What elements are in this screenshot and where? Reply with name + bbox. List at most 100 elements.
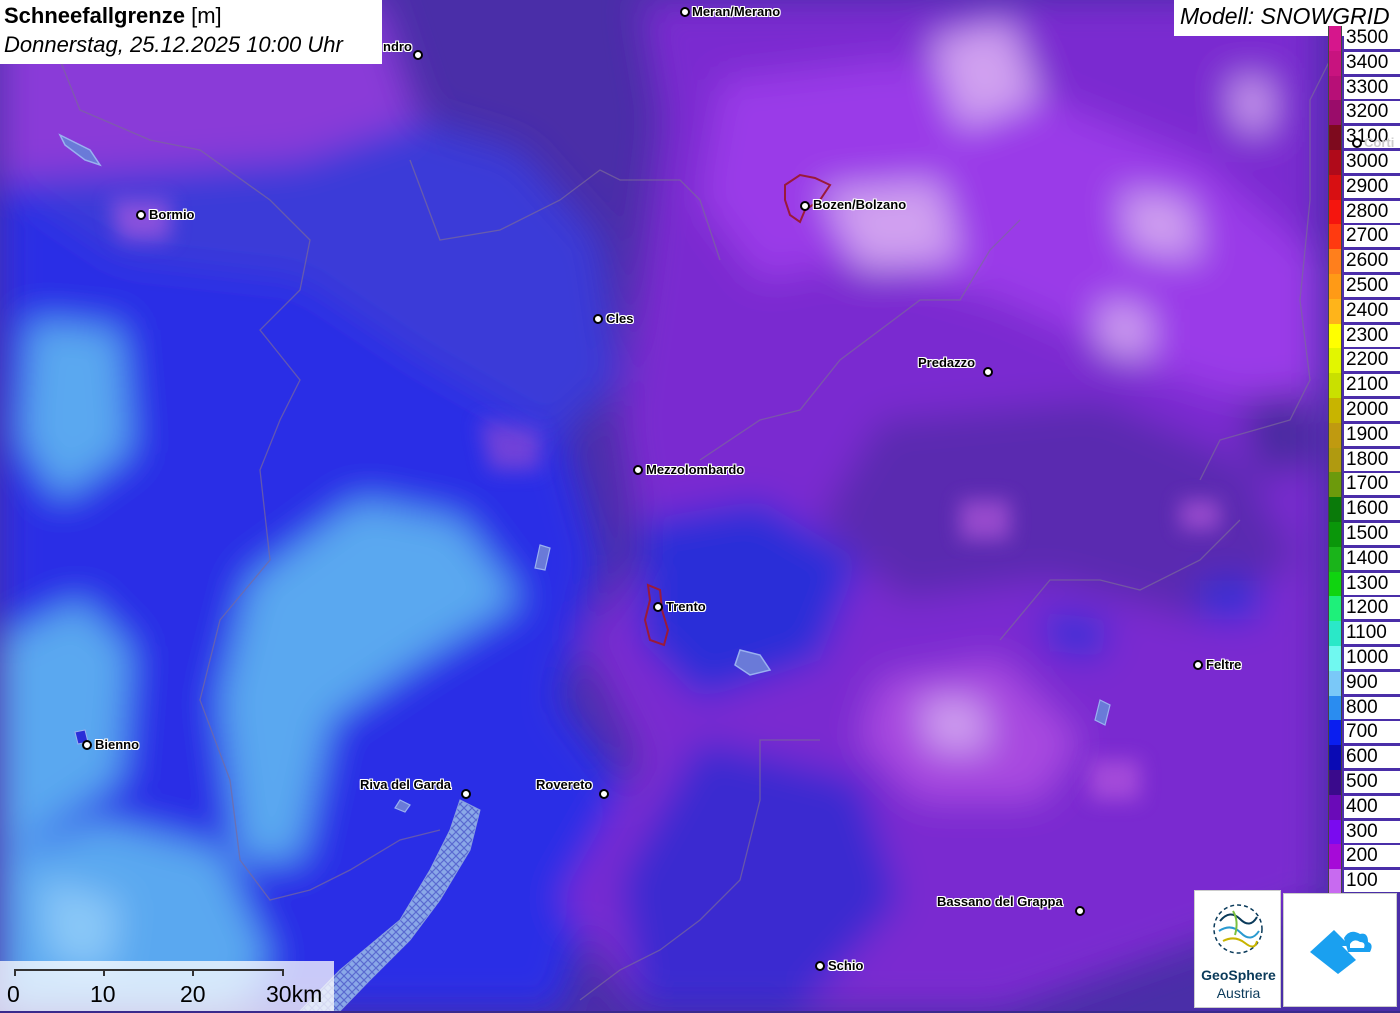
city-label-sondrio[interactable]: ndro xyxy=(383,39,412,54)
legend-swatch xyxy=(1328,373,1342,398)
city-label-bienno[interactable]: Bienno xyxy=(95,737,139,752)
legend-swatch xyxy=(1328,720,1342,746)
legend-label: 3200 xyxy=(1344,101,1400,124)
scale-tick xyxy=(192,969,194,976)
city-label-riva[interactable]: Riva del Garda xyxy=(360,777,451,792)
legend-label: 1100 xyxy=(1344,622,1400,645)
legend-row: 2000 xyxy=(1328,398,1400,423)
legend-row: 400 xyxy=(1328,794,1400,820)
legend-row: 1500 xyxy=(1328,522,1400,547)
city-dot-cortina[interactable] xyxy=(1352,138,1362,148)
weather-app-icon xyxy=(1310,930,1372,974)
city-dot-schio[interactable] xyxy=(815,961,825,971)
map-title-box: Schneefallgrenze [m] Donnerstag, 25.12.2… xyxy=(0,0,382,64)
legend-swatch xyxy=(1328,348,1342,374)
legend-swatch xyxy=(1328,794,1342,820)
map-title-parameter: Schneefallgrenze xyxy=(4,3,185,28)
scale-label-30km: 30km xyxy=(266,981,323,1007)
legend-swatch xyxy=(1328,571,1342,597)
scale-label-0: 0 xyxy=(7,981,20,1007)
city-dot-trento[interactable] xyxy=(653,602,663,612)
legend-label: 500 xyxy=(1344,771,1400,793)
geosphere-logo[interactable]: GeoSphere Austria xyxy=(1194,890,1281,1008)
city-label-bormio[interactable]: Bormio xyxy=(149,207,195,222)
legend-label: 1400 xyxy=(1344,547,1400,570)
legend-label: 1700 xyxy=(1344,473,1400,496)
legend-row: 600 xyxy=(1328,745,1400,770)
geosphere-emblem-icon xyxy=(1213,904,1263,954)
legend-label: 1300 xyxy=(1344,572,1400,595)
snowfall-limit-map[interactable] xyxy=(0,0,1400,1011)
legend-row: 3000 xyxy=(1328,150,1400,175)
city-dot-riva[interactable] xyxy=(461,789,471,799)
scale-label-20: 20 xyxy=(180,981,206,1007)
legend-label: 2100 xyxy=(1344,374,1400,397)
legend-row: 700 xyxy=(1328,720,1400,746)
city-label-trento[interactable]: Trento xyxy=(666,599,706,614)
city-dot-mezzolombardo[interactable] xyxy=(633,465,643,475)
city-dot-bienno[interactable] xyxy=(82,740,92,750)
city-dot-bozen[interactable] xyxy=(800,201,810,211)
legend-swatch xyxy=(1328,695,1342,721)
legend-swatch xyxy=(1328,497,1342,522)
city-dot-bassano[interactable] xyxy=(1075,906,1085,916)
legend-swatch xyxy=(1328,546,1342,572)
legend-label: 1500 xyxy=(1344,523,1400,545)
legend-label: 1000 xyxy=(1344,647,1400,669)
legend-swatch xyxy=(1328,522,1342,547)
legend-swatch xyxy=(1328,199,1342,225)
legend-label: 800 xyxy=(1344,696,1400,719)
legend-row: 1200 xyxy=(1328,596,1400,622)
legend-row: 2300 xyxy=(1328,323,1400,349)
city-label-schio[interactable]: Schio xyxy=(828,958,863,973)
legend-row: 300 xyxy=(1328,819,1400,845)
city-label-rovereto[interactable]: Rovereto xyxy=(536,777,592,792)
legend-swatch xyxy=(1328,224,1342,250)
city-dot-cles[interactable] xyxy=(593,314,603,324)
city-dot-feltre[interactable] xyxy=(1193,660,1203,670)
legend-swatch xyxy=(1328,770,1342,795)
legend-swatch xyxy=(1328,646,1342,671)
legend-swatch xyxy=(1328,26,1342,51)
legend-label: 100 xyxy=(1344,870,1400,893)
legend-row: 1400 xyxy=(1328,546,1400,572)
legend-row: 2500 xyxy=(1328,274,1400,299)
city-label-meran[interactable]: Meran/Merano xyxy=(692,4,780,19)
city-dot-predazzo[interactable] xyxy=(983,367,993,377)
legend-row: 2400 xyxy=(1328,298,1400,324)
legend-row: 3200 xyxy=(1328,100,1400,126)
legend-swatch xyxy=(1328,298,1342,324)
legend-swatch xyxy=(1328,249,1342,274)
legend-row: 1900 xyxy=(1328,422,1400,448)
legend-label: 1200 xyxy=(1344,597,1400,620)
city-label-feltre[interactable]: Feltre xyxy=(1206,657,1241,672)
city-dot-sondrio[interactable] xyxy=(413,50,423,60)
scale-tick xyxy=(103,969,105,976)
legend-label: 3400 xyxy=(1344,51,1400,74)
legend-swatch xyxy=(1328,50,1342,76)
legend-swatch xyxy=(1328,274,1342,299)
legend-swatch xyxy=(1328,596,1342,622)
city-label-cortina[interactable]: Corti xyxy=(1364,135,1394,150)
weather-app-logo[interactable] xyxy=(1283,893,1397,1007)
city-label-predazzo[interactable]: Predazzo xyxy=(918,355,975,370)
scale-tick xyxy=(282,969,284,976)
legend-label: 200 xyxy=(1344,845,1400,868)
city-dot-rovereto[interactable] xyxy=(599,789,609,799)
city-label-bassano[interactable]: Bassano del Grappa xyxy=(937,894,1063,909)
legend-swatch xyxy=(1328,670,1342,696)
legend-row: 1700 xyxy=(1328,472,1400,498)
city-dot-bormio[interactable] xyxy=(136,210,146,220)
legend-label: 3500 xyxy=(1344,27,1400,49)
logo-text-austria: Austria xyxy=(1216,985,1261,1001)
legend-swatch xyxy=(1328,100,1342,126)
legend-swatch xyxy=(1328,323,1342,349)
legend-swatch xyxy=(1328,869,1342,894)
city-label-mezzolombardo[interactable]: Mezzolombardo xyxy=(646,462,744,477)
city-label-cles[interactable]: Cles xyxy=(606,311,633,326)
legend-label: 1900 xyxy=(1344,423,1400,446)
city-dot-meran[interactable] xyxy=(680,7,690,17)
legend-row: 1300 xyxy=(1328,571,1400,597)
legend-row: 1000 xyxy=(1328,646,1400,671)
city-label-bozen[interactable]: Bozen/Bolzano xyxy=(813,197,906,212)
